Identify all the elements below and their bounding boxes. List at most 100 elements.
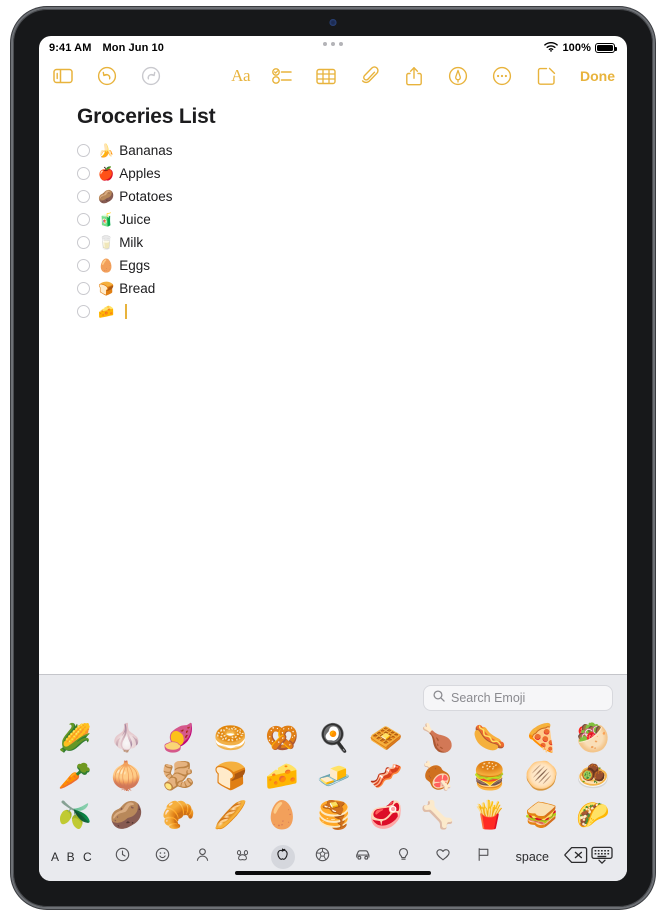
emoji-key[interactable]: 🥩 [369, 802, 403, 829]
category-symbols[interactable] [431, 845, 455, 869]
sidebar-icon [53, 68, 73, 84]
emoji-key[interactable]: 🫓 [524, 763, 558, 790]
emoji-key[interactable]: 🌽 [58, 724, 92, 752]
person-icon [195, 847, 210, 867]
emoji-key[interactable]: 🍟 [473, 802, 507, 829]
smiley-icon [155, 847, 170, 867]
search-input[interactable]: Search Emoji [423, 685, 613, 711]
checkbox[interactable] [77, 167, 90, 180]
emoji-key[interactable]: 🥔 [110, 802, 144, 829]
emoji-key[interactable]: 🥙 [576, 724, 610, 752]
abc-key[interactable]: A B C [51, 850, 108, 864]
category-flags[interactable] [472, 845, 496, 869]
category-objects[interactable] [391, 845, 415, 869]
list-item[interactable]: 🥛 Milk [77, 233, 587, 252]
ellipsis-circle-icon [492, 66, 512, 86]
emoji-key[interactable]: 🧈 [317, 763, 351, 790]
multitasking-handle[interactable] [323, 42, 343, 46]
checkbox[interactable] [77, 213, 90, 226]
emoji-key[interactable]: 🧀 [265, 763, 299, 790]
wifi-icon [544, 41, 559, 55]
list-item[interactable]: 🍎 Apples [77, 164, 587, 183]
emoji-key[interactable]: 🥞 [317, 802, 351, 829]
emoji-key[interactable]: 🥚 [265, 802, 299, 829]
emoji-key[interactable]: 🥓 [369, 763, 403, 790]
checklist-button[interactable] [270, 64, 294, 88]
emoji-key[interactable]: 🍠 [162, 724, 196, 752]
share-button[interactable] [402, 64, 426, 88]
space-key[interactable]: space [502, 850, 563, 864]
item-emoji: 🍎 [98, 166, 115, 181]
emoji-key[interactable]: 🍖 [421, 763, 455, 790]
undo-arrow-icon [97, 66, 117, 86]
checkbox[interactable] [77, 144, 90, 157]
checkbox[interactable] [77, 259, 90, 272]
checkbox[interactable] [77, 236, 90, 249]
compose-icon [537, 67, 556, 86]
sidebar-toggle-button[interactable] [51, 64, 75, 88]
item-label: Bananas [119, 143, 173, 158]
checkbox[interactable] [77, 305, 90, 318]
delete-key[interactable] [563, 845, 589, 869]
heart-icon [435, 847, 451, 867]
category-activity[interactable] [311, 845, 335, 869]
checkbox[interactable] [77, 282, 90, 295]
list-item-text: 🥚 Eggs [98, 258, 150, 273]
list-item-text: 🧃 Juice [98, 212, 151, 227]
emoji-key[interactable]: 🥨 [265, 724, 299, 752]
share-icon [405, 66, 423, 86]
table-button[interactable] [314, 64, 338, 88]
toolbar-right-group: Aa Done [231, 64, 615, 88]
list-item[interactable]: 🍌 Bananas [77, 141, 587, 160]
emoji-key[interactable]: 🧅 [110, 763, 144, 790]
emoji-key[interactable]: 🌮 [576, 802, 610, 829]
home-indicator[interactable] [235, 871, 431, 875]
emoji-key[interactable]: 🥐 [162, 802, 196, 829]
toolbar-left-group [51, 64, 163, 88]
category-travel[interactable] [351, 845, 375, 869]
emoji-key[interactable]: 🥖 [214, 802, 248, 829]
status-bar-right: 100% [544, 41, 617, 55]
format-button[interactable]: Aa [231, 64, 250, 88]
more-button[interactable] [490, 64, 514, 88]
attachment-button[interactable] [358, 64, 382, 88]
compose-button[interactable] [534, 64, 558, 88]
emoji-key[interactable]: 🥪 [524, 802, 558, 829]
emoji-key[interactable]: 🥯 [214, 724, 248, 752]
list-item[interactable]: 🧃 Juice [77, 210, 587, 229]
emoji-key[interactable]: 🍔 [473, 763, 507, 790]
emoji-key[interactable]: 🍳 [317, 724, 351, 752]
checkbox[interactable] [77, 190, 90, 203]
emoji-key[interactable]: 🦴 [421, 802, 455, 829]
category-animals[interactable] [231, 845, 255, 869]
dismiss-keyboard-key[interactable] [589, 845, 615, 869]
list-item[interactable]: 🥔 Potatoes [77, 187, 587, 206]
emoji-key[interactable]: 🫒 [58, 802, 92, 829]
emoji-key[interactable]: 🧆 [576, 763, 610, 790]
emoji-key[interactable]: 🧇 [369, 724, 403, 752]
undo-button[interactable] [95, 64, 119, 88]
emoji-key[interactable]: 🌭 [473, 724, 507, 752]
item-label: Bread [119, 281, 156, 296]
list-item-active[interactable]: 🧀 [77, 302, 587, 321]
list-item[interactable]: 🍞 Bread [77, 279, 587, 298]
item-label: Apples [119, 166, 161, 181]
handle-dot [331, 42, 335, 46]
emoji-key[interactable]: 🧄 [110, 724, 144, 752]
emoji-key[interactable]: 🍗 [421, 724, 455, 752]
done-button[interactable]: Done [580, 68, 615, 84]
markup-button[interactable] [446, 64, 470, 88]
emoji-key[interactable]: 🥕 [58, 763, 92, 790]
emoji-key[interactable]: 🍞 [214, 763, 248, 790]
item-label: Juice [119, 212, 151, 227]
category-smileys[interactable] [150, 845, 174, 869]
category-recents[interactable] [110, 845, 134, 869]
checklist: 🍌 Bananas 🍎 Apples 🥔 Potatoes 🧃 Juice 🥛 … [77, 141, 587, 321]
list-item[interactable]: 🥚 Eggs [77, 256, 587, 275]
emoji-key[interactable]: 🫚 [162, 763, 196, 790]
category-people[interactable] [191, 845, 215, 869]
emoji-key[interactable]: 🍕 [524, 724, 558, 752]
note-content[interactable]: Groceries List 🍌 Bananas 🍎 Apples 🥔 Pota… [39, 95, 627, 625]
paperclip-icon [361, 66, 379, 86]
category-food[interactable] [270, 845, 295, 869]
